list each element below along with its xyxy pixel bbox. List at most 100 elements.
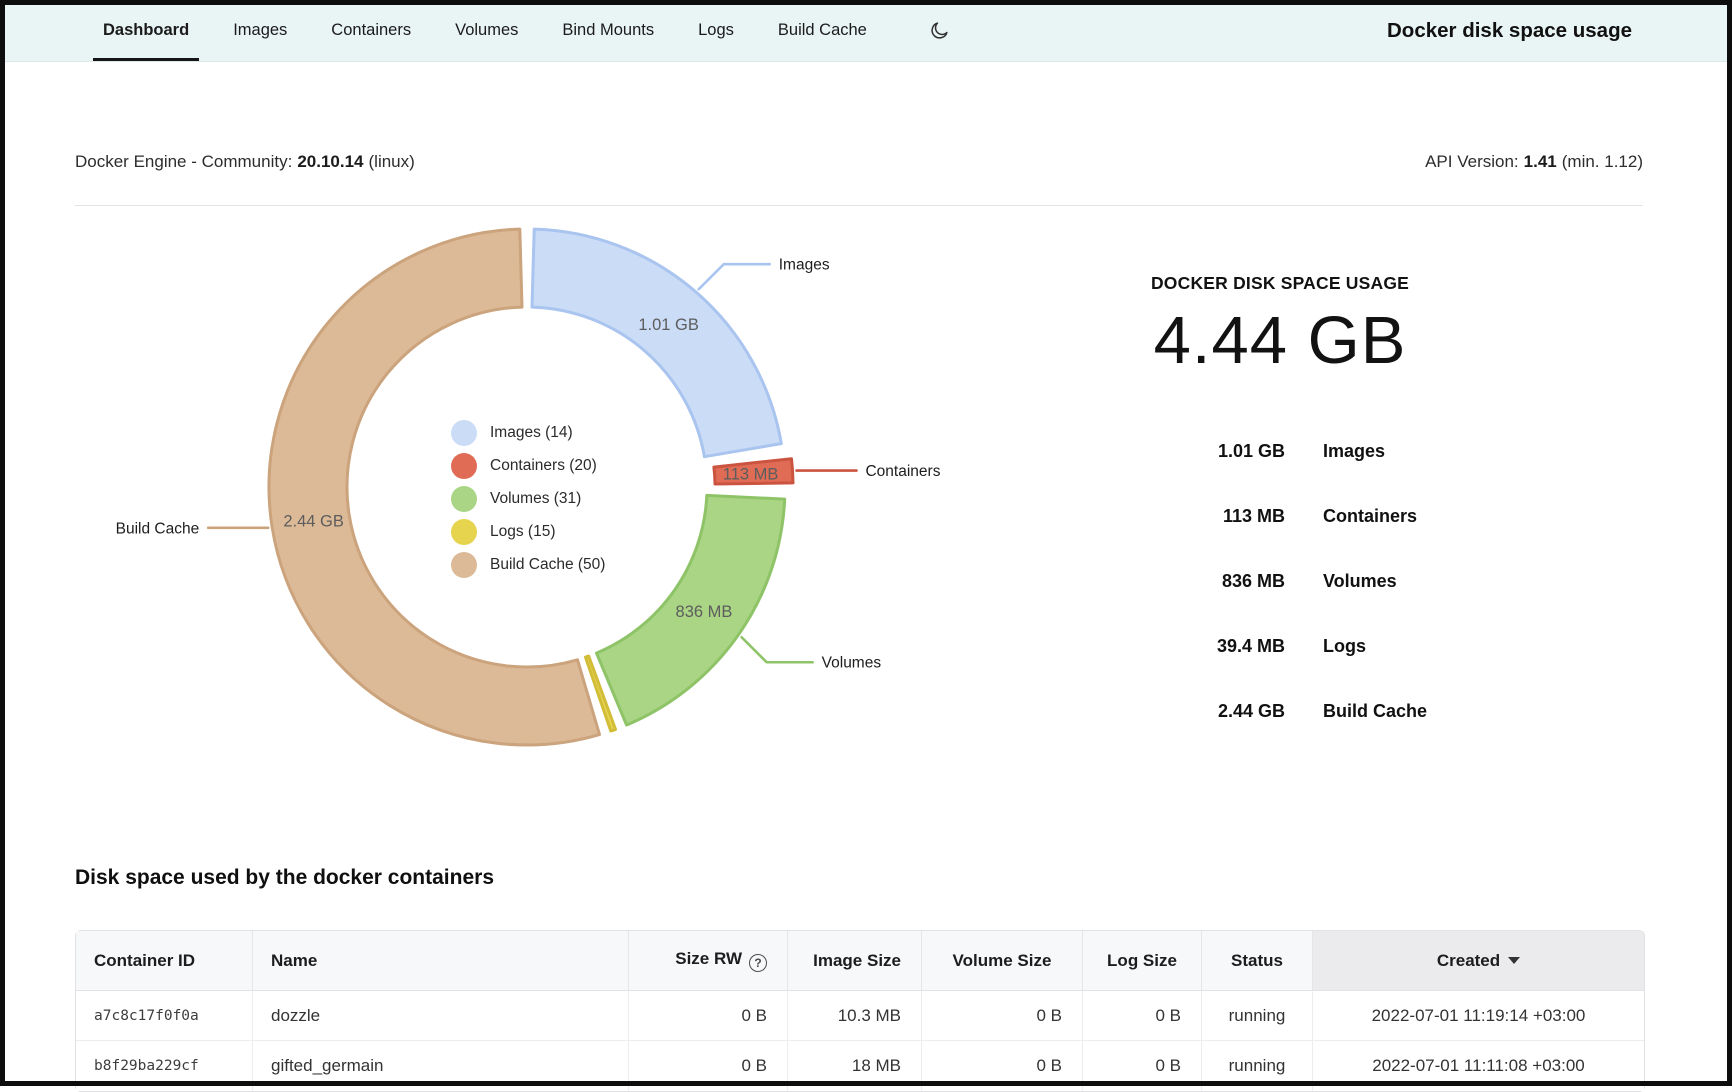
sort-descending-icon bbox=[1508, 957, 1520, 964]
legend-item-containers: Containers (20) bbox=[451, 449, 605, 482]
column-header-image-size[interactable]: Image Size bbox=[788, 931, 922, 991]
summary-rows: 1.01 GBImages113 MBContainers836 MBVolum… bbox=[1060, 419, 1500, 744]
legend-dot-volumes bbox=[451, 486, 477, 512]
containers-table: Container ID Name Size RW? Image Size Volume… bbox=[75, 930, 1645, 1092]
cell-size-rw: 0 B bbox=[629, 991, 788, 1041]
legend-item-volumes: Volumes (31) bbox=[451, 482, 605, 515]
segment-value-label-containers: 113 MB bbox=[723, 465, 779, 483]
cell-image-size: 18 MB bbox=[788, 1041, 922, 1091]
cell-id: b8f29ba229cf bbox=[76, 1041, 253, 1091]
legend-label: Images (14) bbox=[490, 424, 573, 442]
help-icon[interactable]: ? bbox=[749, 954, 767, 972]
tab-logs[interactable]: Logs bbox=[688, 0, 744, 61]
callout-label-volumes: Volumes bbox=[822, 655, 882, 672]
column-header-label: Container ID bbox=[94, 951, 195, 970]
nav-tabs: Dashboard Images Containers Volumes Bind Mou… bbox=[93, 0, 901, 61]
column-header-size-rw[interactable]: Size RW? bbox=[629, 931, 788, 991]
divider bbox=[75, 205, 1643, 206]
api-version-value: 1.41 bbox=[1524, 152, 1557, 171]
legend-label: Volumes (31) bbox=[490, 490, 581, 508]
column-header-volume-size[interactable]: Volume Size bbox=[922, 931, 1083, 991]
column-header-label: Created bbox=[1437, 951, 1500, 970]
segment-value-label-images: 1.01 GB bbox=[638, 316, 699, 334]
api-version-info: API Version: 1.41 (min. 1.12) bbox=[1425, 152, 1643, 172]
summary-row-volumes: 836 MB Volumes bbox=[1060, 549, 1500, 614]
summary-label: Volumes bbox=[1323, 571, 1500, 592]
cell-volume-size: 0 B bbox=[922, 991, 1083, 1041]
callout-label-build-cache: Build Cache bbox=[116, 520, 200, 537]
column-header-status[interactable]: Status bbox=[1202, 931, 1313, 991]
engine-version: 20.10.14 bbox=[297, 152, 363, 171]
segment-value-label-build-cache: 2.44 GB bbox=[283, 513, 344, 531]
dark-mode-toggle[interactable] bbox=[923, 0, 956, 61]
table-row-gifted-germain: b8f29ba229cfgifted_germain0 B18 MB0 B0 B… bbox=[76, 1041, 1644, 1091]
tab-images[interactable]: Images bbox=[223, 0, 297, 61]
summary-size: 2.44 GB bbox=[1060, 701, 1285, 722]
legend-label: Build Cache (50) bbox=[490, 556, 605, 574]
callout-label-images: Images bbox=[779, 257, 830, 274]
summary-row-build-cache: 2.44 GBBuild Cache bbox=[1060, 679, 1500, 744]
summary-label: Images bbox=[1323, 441, 1500, 462]
summary-row-logs: 39.4 MB Logs bbox=[1060, 614, 1500, 679]
engine-version-info: Docker Engine - Community: 20.10.14 (linux… bbox=[75, 152, 415, 172]
column-header-label: Size RW bbox=[675, 949, 742, 968]
column-header-log-size[interactable]: Log Size bbox=[1083, 931, 1202, 991]
column-header-label: Name bbox=[271, 951, 317, 970]
legend-item-images: Images (14) bbox=[451, 416, 605, 449]
column-header-label: Status bbox=[1231, 951, 1283, 970]
containers-table-heading: Disk space used by the docker containers bbox=[75, 866, 494, 890]
legend-item-logs: Logs (15) bbox=[451, 515, 605, 548]
cell-name: dozzle bbox=[253, 991, 629, 1041]
tab-bind-mounts[interactable]: Bind Mounts bbox=[552, 0, 664, 61]
column-header-name[interactable]: Name bbox=[253, 931, 629, 991]
chart-legend: Images (14) Containers (20) Volumes (31) Lo… bbox=[451, 416, 605, 581]
cell-created: 2022-07-01 11:19:14 +03:00 bbox=[1313, 991, 1644, 1041]
cell-status: running bbox=[1202, 1041, 1313, 1091]
cell-log-size: 0 B bbox=[1083, 1041, 1202, 1091]
column-header-label: Image Size bbox=[813, 951, 901, 970]
tab-volumes[interactable]: Volumes bbox=[445, 0, 528, 61]
total-disk-usage-value: 4.44 GB bbox=[1060, 302, 1500, 379]
cell-status: running bbox=[1202, 991, 1313, 1041]
legend-label: Containers (20) bbox=[490, 457, 597, 475]
summary-heading: DOCKER DISK SPACE USAGE bbox=[1060, 273, 1500, 294]
column-header-label: Volume Size bbox=[953, 951, 1052, 970]
column-header-container-id[interactable]: Container ID bbox=[76, 931, 253, 991]
summary-label: Logs bbox=[1323, 636, 1500, 657]
api-version-min: (min. 1.12) bbox=[1562, 152, 1643, 171]
cell-created: 2022-07-01 11:11:08 +03:00 bbox=[1313, 1041, 1644, 1091]
moon-icon bbox=[929, 20, 950, 41]
engine-label: Docker Engine - Community: bbox=[75, 152, 292, 171]
callout-line-volumes bbox=[742, 637, 813, 662]
cell-volume-size: 0 B bbox=[922, 1041, 1083, 1091]
column-header-label: Log Size bbox=[1107, 951, 1177, 970]
tab-build-cache[interactable]: Build Cache bbox=[768, 0, 877, 61]
tab-containers[interactable]: Containers bbox=[321, 0, 421, 61]
cell-image-size: 10.3 MB bbox=[788, 991, 922, 1041]
summary-row-containers: 113 MB Containers bbox=[1060, 484, 1500, 549]
tab-dashboard[interactable]: Dashboard bbox=[93, 0, 199, 61]
summary-label: Containers bbox=[1323, 506, 1500, 527]
legend-dot-containers bbox=[451, 453, 477, 479]
disk-usage-summary-panel: DOCKER DISK SPACE USAGE 4.44 GB 1.01 GBI… bbox=[1060, 273, 1500, 744]
cell-id: a7c8c17f0f0a bbox=[76, 991, 253, 1041]
engine-platform: (linux) bbox=[369, 152, 415, 171]
legend-item-build-cache: Build Cache (50) bbox=[451, 548, 605, 581]
legend-label: Logs (15) bbox=[490, 523, 555, 541]
cell-name: gifted_germain bbox=[253, 1041, 629, 1091]
callout-label-containers: Containers bbox=[865, 463, 940, 480]
summary-size: 836 MB bbox=[1060, 571, 1285, 592]
app-title: Docker disk space usage bbox=[1387, 0, 1632, 62]
engine-info-row: Docker Engine - Community: 20.10.14 (linux… bbox=[75, 152, 1643, 172]
legend-dot-logs bbox=[451, 519, 477, 545]
table-header-row: Container ID Name Size RW? Image Size Volume… bbox=[76, 931, 1644, 991]
summary-size: 39.4 MB bbox=[1060, 636, 1285, 657]
summary-size: 113 MB bbox=[1060, 506, 1285, 527]
top-nav: Dashboard Images Containers Volumes Bind Mou… bbox=[0, 0, 1732, 62]
api-version-label: API Version: bbox=[1425, 152, 1519, 171]
cell-size-rw: 0 B bbox=[629, 1041, 788, 1091]
legend-dot-images bbox=[451, 420, 477, 446]
table-row-dozzle: a7c8c17f0f0adozzle0 B10.3 MB0 B0 Brunnin… bbox=[76, 991, 1644, 1041]
cell-log-size: 0 B bbox=[1083, 991, 1202, 1041]
column-header-created[interactable]: Created bbox=[1313, 931, 1644, 991]
